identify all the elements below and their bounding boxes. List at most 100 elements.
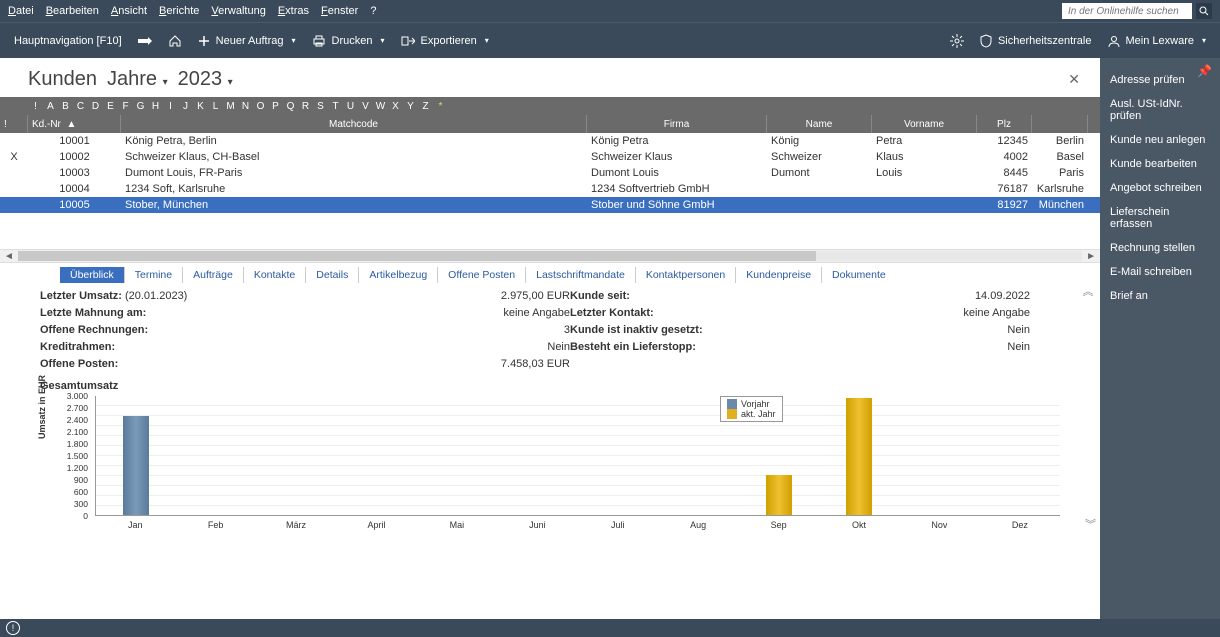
action-e-mail-schreiben[interactable]: E-Mail schreiben: [1100, 260, 1220, 284]
filter-U[interactable]: U: [343, 101, 358, 112]
filter-Q[interactable]: Q: [283, 101, 298, 112]
col-plz[interactable]: Plz: [977, 115, 1032, 133]
chart-legend: Vorjahr akt. Jahr: [720, 396, 783, 422]
filter-D[interactable]: D: [88, 101, 103, 112]
table-header: ! Kd.-Nr ▲ Matchcode Firma Name Vorname …: [0, 115, 1100, 133]
tab-dokumente[interactable]: Dokumente: [821, 267, 896, 283]
help-search-input[interactable]: [1062, 3, 1192, 19]
exportieren-button[interactable]: Exportieren▾: [401, 35, 489, 47]
menu-extras[interactable]: Extras: [278, 5, 309, 17]
filter-N[interactable]: N: [238, 101, 253, 112]
xtick: Jan: [95, 518, 175, 536]
action-lieferschein-erfassen[interactable]: Lieferschein erfassen: [1100, 200, 1220, 236]
filter-Z[interactable]: Z: [418, 101, 433, 112]
drucken-button[interactable]: Drucken▾: [312, 35, 385, 47]
filter-T[interactable]: T: [328, 101, 343, 112]
menu-verwaltung[interactable]: Verwaltung: [211, 5, 265, 17]
action-brief-an[interactable]: Brief an: [1100, 284, 1220, 308]
filter-A[interactable]: A: [43, 101, 58, 112]
filter-B[interactable]: B: [58, 101, 73, 112]
tab-lastschriftmandate[interactable]: Lastschriftmandate: [525, 267, 635, 283]
scroll-left-icon[interactable]: ◄: [4, 251, 14, 262]
filter-M[interactable]: M: [223, 101, 238, 112]
tab-offene posten[interactable]: Offene Posten: [437, 267, 525, 283]
neuer-auftrag-button[interactable]: Neuer Auftrag▾: [198, 35, 296, 47]
xtick: Juli: [578, 518, 658, 536]
menu-datei[interactable]: Datei: [8, 5, 34, 17]
customer-table: 10001König Petra, BerlinKönig PetraKönig…: [0, 133, 1100, 249]
home-button[interactable]: [168, 34, 182, 48]
menu-berichte[interactable]: Berichte: [159, 5, 199, 17]
tab-artikelbezug[interactable]: Artikelbezug: [358, 267, 437, 283]
tab-kontaktpersonen[interactable]: Kontaktpersonen: [635, 267, 735, 283]
page-title-jahre[interactable]: Jahre ▾: [107, 68, 168, 91]
filter-Y[interactable]: Y: [403, 101, 418, 112]
action-kunde-bearbeiten[interactable]: Kunde bearbeiten: [1100, 152, 1220, 176]
page-title-year[interactable]: 2023 ▾: [178, 68, 233, 91]
chart-panel: Gesamtumsatz Vorjahr akt. Jahr Umsatz in…: [0, 376, 1100, 536]
filter-I[interactable]: I: [163, 101, 178, 112]
filter-H[interactable]: H: [148, 101, 163, 112]
xtick: Mai: [417, 518, 497, 536]
col-matchcode[interactable]: Matchcode: [121, 115, 587, 133]
menubar: Datei Bearbeiten Ansicht Berichte Verwaltung…: [0, 0, 1220, 22]
pin-toggle[interactable]: [138, 36, 152, 46]
scroll-up-icon[interactable]: ︽: [1083, 283, 1094, 299]
col-kdnr[interactable]: Kd.-Nr ▲: [28, 115, 121, 133]
pin-icon[interactable]: 📌: [1197, 64, 1212, 78]
menu-ansicht[interactable]: Ansicht: [111, 5, 147, 17]
filter-E[interactable]: E: [103, 101, 118, 112]
filter-S[interactable]: S: [313, 101, 328, 112]
filter-![interactable]: !: [28, 101, 43, 112]
tab-termine[interactable]: Termine: [124, 267, 182, 283]
sicherheitszentrale-button[interactable]: Sicherheitszentrale: [980, 34, 1092, 48]
action-rechnung-stellen[interactable]: Rechnung stellen: [1100, 236, 1220, 260]
filter-G[interactable]: G: [133, 101, 148, 112]
scroll-right-icon[interactable]: ►: [1086, 251, 1096, 262]
xtick: Dez: [980, 518, 1060, 536]
table-row[interactable]: X10002Schweizer Klaus, CH-BaselSchweizer…: [0, 149, 1100, 165]
filter-V[interactable]: V: [358, 101, 373, 112]
filter-J[interactable]: J: [178, 101, 193, 112]
menu-?[interactable]: ?: [370, 5, 376, 17]
filter-C[interactable]: C: [73, 101, 88, 112]
col-firma[interactable]: Firma: [587, 115, 767, 133]
tab-details[interactable]: Details: [305, 267, 358, 283]
filter-R[interactable]: R: [298, 101, 313, 112]
hauptnavigation-button[interactable]: Hauptnavigation [F10]: [14, 35, 122, 47]
tab-überblick[interactable]: Überblick: [60, 267, 124, 283]
xtick: März: [256, 518, 336, 536]
col-mark[interactable]: !: [0, 115, 28, 133]
col-vorname[interactable]: Vorname: [872, 115, 977, 133]
col-name[interactable]: Name: [767, 115, 872, 133]
xtick: Feb: [175, 518, 255, 536]
filter-P[interactable]: P: [268, 101, 283, 112]
filter-F[interactable]: F: [118, 101, 133, 112]
table-h-scrollbar[interactable]: ◄ ►: [0, 249, 1100, 263]
status-alert-icon[interactable]: !: [6, 621, 20, 635]
filter-W[interactable]: W: [373, 101, 388, 112]
scroll-down-icon[interactable]: ︾: [1085, 516, 1096, 532]
table-row[interactable]: 10005Stober, MünchenStober und Söhne Gmb…: [0, 197, 1100, 213]
menu-bearbeiten[interactable]: Bearbeiten: [46, 5, 99, 17]
tab-kontakte[interactable]: Kontakte: [243, 267, 305, 283]
action-ausl-ust-idnr-pr-fen[interactable]: Ausl. USt-IdNr. prüfen: [1100, 92, 1220, 128]
help-search-button[interactable]: [1196, 3, 1212, 19]
action-kunde-neu-anlegen[interactable]: Kunde neu anlegen: [1100, 128, 1220, 152]
mein-lexware-button[interactable]: Mein Lexware▾: [1108, 35, 1207, 47]
action-angebot-schreiben[interactable]: Angebot schreiben: [1100, 176, 1220, 200]
col-ort[interactable]: [1032, 115, 1088, 133]
filter-O[interactable]: O: [253, 101, 268, 112]
filter-X[interactable]: X: [388, 101, 403, 112]
table-row[interactable]: 10003Dumont Louis, FR-ParisDumont LouisD…: [0, 165, 1100, 181]
table-row[interactable]: 100041234 Soft, Karlsruhe1234 Softvertri…: [0, 181, 1100, 197]
close-icon[interactable]: ✕: [1068, 71, 1080, 88]
tab-aufträge[interactable]: Aufträge: [182, 267, 243, 283]
menu-fenster[interactable]: Fenster: [321, 5, 358, 17]
settings-button[interactable]: [950, 34, 964, 48]
table-row[interactable]: 10001König Petra, BerlinKönig PetraKönig…: [0, 133, 1100, 149]
filter-*[interactable]: *: [433, 101, 448, 112]
filter-K[interactable]: K: [193, 101, 208, 112]
filter-L[interactable]: L: [208, 101, 223, 112]
tab-kundenpreise[interactable]: Kundenpreise: [735, 267, 821, 283]
